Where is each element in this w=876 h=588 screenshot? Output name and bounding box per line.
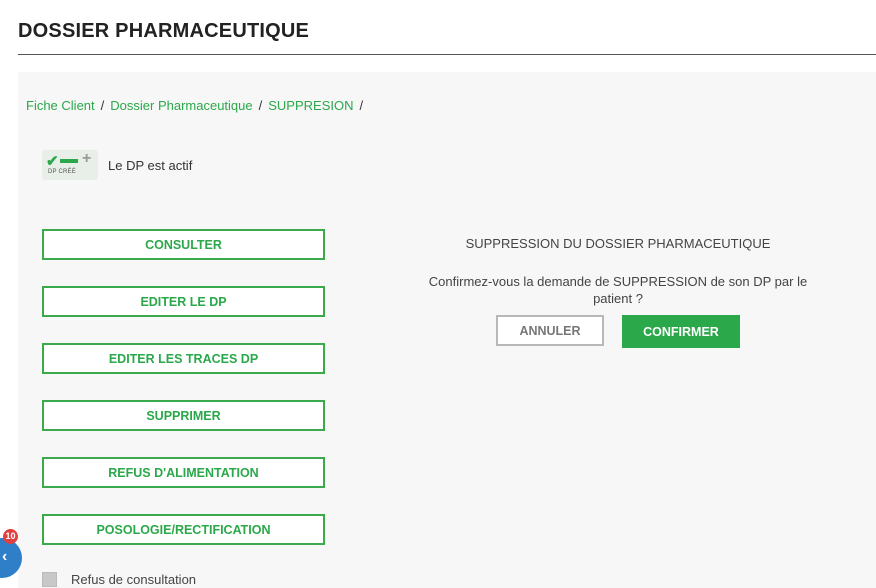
annuler-button[interactable]: ANNULER xyxy=(496,315,604,346)
action-buttons: CONSULTER EDITER LE DP EDITER LES TRACES… xyxy=(42,229,325,571)
confirm-dialog: SUPPRESSION DU DOSSIER PHARMACEUTIQUE Co… xyxy=(408,236,828,348)
refus-consultation-row: Refus de consultation xyxy=(42,572,196,587)
minus-icon xyxy=(60,159,78,163)
plus-icon: + xyxy=(82,150,92,167)
dp-icon-caption: DP CRÉÉ xyxy=(48,169,76,175)
confirm-title: SUPPRESSION DU DOSSIER PHARMACEUTIQUE xyxy=(465,236,771,251)
breadcrumb-separator: / xyxy=(359,98,364,113)
supprimer-button[interactable]: SUPPRIMER xyxy=(42,400,325,431)
breadcrumb-dossier-pharmaceutique[interactable]: Dossier Pharmaceutique xyxy=(110,98,252,113)
page-header: DOSSIER PHARMACEUTIQUE xyxy=(18,20,876,55)
confirmer-button[interactable]: CONFIRMER xyxy=(622,315,740,348)
refus-consultation-checkbox[interactable] xyxy=(42,572,57,587)
editer-traces-dp-button[interactable]: EDITER LES TRACES DP xyxy=(42,343,325,374)
dp-status-icon: ✔ + DP CRÉÉ xyxy=(42,150,98,180)
dp-status: ✔ + DP CRÉÉ Le DP est actif xyxy=(42,150,192,180)
chevron-left-icon: ‹ xyxy=(2,548,8,565)
consulter-button[interactable]: CONSULTER xyxy=(42,229,325,260)
breadcrumb-suppresion[interactable]: SUPPRESION xyxy=(268,98,353,113)
editer-dp-button[interactable]: EDITER LE DP xyxy=(42,286,325,317)
breadcrumb: Fiche Client / Dossier Pharmaceutique / SUPP… xyxy=(26,98,369,113)
refus-consultation-label: Refus de consultation xyxy=(71,572,197,587)
main-panel: Fiche Client / Dossier Pharmaceutique / SUPP… xyxy=(18,72,876,588)
refus-alimentation-button[interactable]: REFUS D'ALIMENTATION xyxy=(42,457,325,488)
breadcrumb-fiche-client[interactable]: Fiche Client xyxy=(26,98,95,113)
check-icon: ✔ xyxy=(46,153,59,170)
dp-status-text: Le DP est actif xyxy=(108,157,193,173)
breadcrumb-separator: / xyxy=(258,98,263,113)
posologie-rectification-button[interactable]: POSOLOGIE/RECTIFICATION xyxy=(42,514,325,545)
confirm-question: Confirmez-vous la demande de SUPPRESSION… xyxy=(428,274,808,306)
notification-badge: 10 xyxy=(3,529,18,544)
breadcrumb-separator: / xyxy=(100,98,105,113)
page-title: DOSSIER PHARMACEUTIQUE xyxy=(18,20,310,42)
confirm-actions: ANNULER CONFIRMER xyxy=(408,315,828,348)
